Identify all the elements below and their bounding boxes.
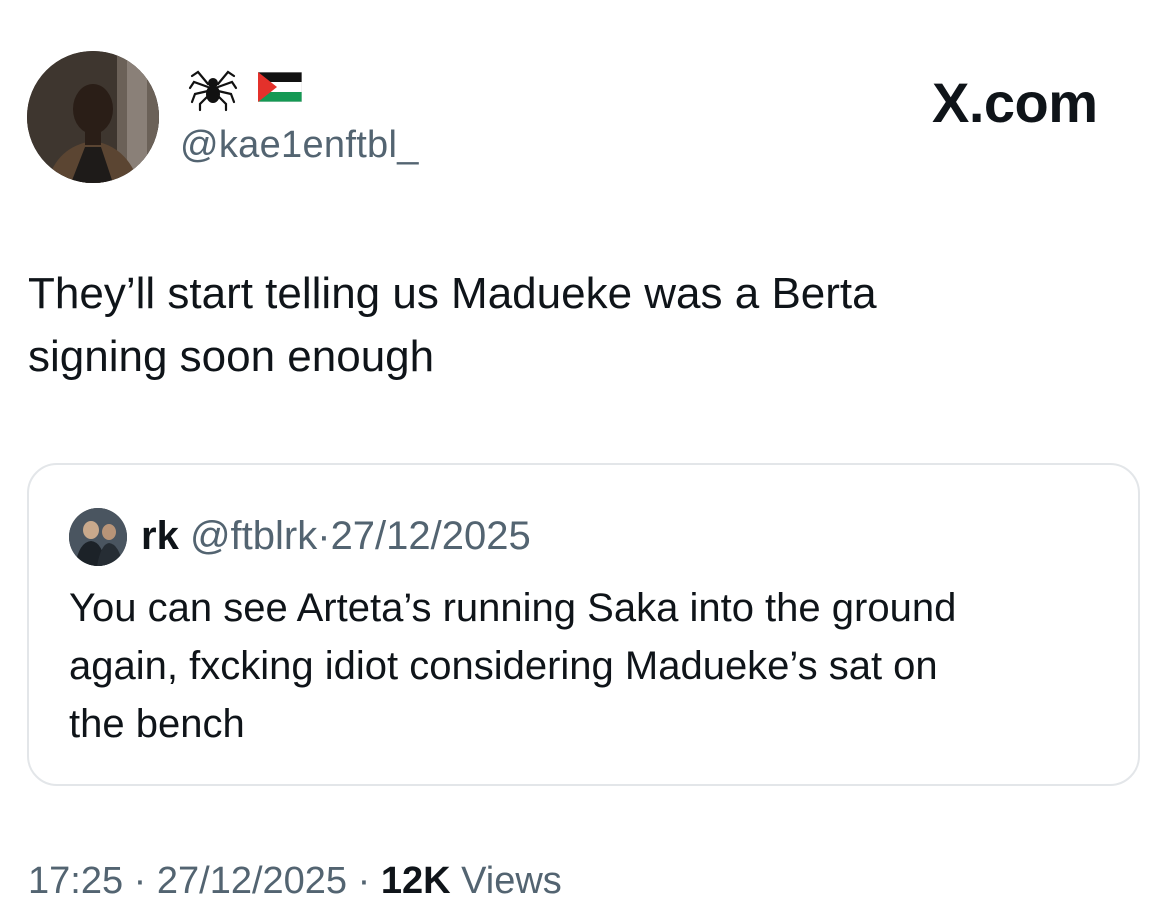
- xcom-watermark: X.com: [932, 70, 1098, 135]
- tweet-text-line: signing soon enough: [28, 332, 435, 381]
- quoted-avatar-photo: [69, 508, 127, 566]
- tweet-text-line: They’ll start telling us Madueke was a B…: [28, 269, 877, 318]
- palestine-flag-icon: [258, 72, 302, 102]
- avatar-photo: [27, 51, 159, 183]
- watermark-text: X.com: [932, 71, 1098, 134]
- display-name: [188, 62, 302, 112]
- quoted-header: rk @ftblrk·27/12/2025: [141, 511, 531, 561]
- quoted-text-line: again, fxcking idiot considering Madueke…: [69, 644, 938, 688]
- quoted-author-handle[interactable]: @ftblrk: [190, 514, 317, 558]
- quoted-text-line: You can see Arteta’s running Saka into t…: [69, 586, 957, 630]
- quoted-text-line: the bench: [69, 702, 245, 746]
- footer-separator: ·: [357, 860, 371, 902]
- quoted-author-name[interactable]: rk: [141, 514, 179, 558]
- tweet-date[interactable]: 27/12/2025: [157, 860, 347, 902]
- views-count[interactable]: 12K: [381, 860, 451, 902]
- footer-separator: ·: [133, 860, 147, 902]
- tweet-time[interactable]: 17:25: [28, 860, 123, 902]
- quoted-tweet[interactable]: rk @ftblrk·27/12/2025 You can see Arteta…: [27, 463, 1140, 786]
- author-handle[interactable]: @kae1enftbl_: [180, 124, 419, 167]
- tweet-metadata: 17:25 · 27/12/2025 · 12K Views: [28, 860, 562, 903]
- spider-icon: [188, 70, 238, 112]
- quoted-author-avatar[interactable]: [69, 508, 127, 566]
- quoted-date[interactable]: 27/12/2025: [331, 514, 531, 558]
- author-avatar[interactable]: [27, 51, 159, 183]
- views-label: Views: [461, 860, 562, 902]
- quoted-tweet-text: You can see Arteta’s running Saka into t…: [69, 579, 1109, 753]
- quoted-separator: ·: [317, 514, 331, 558]
- tweet-text: They’ll start telling us Madueke was a B…: [28, 262, 1128, 388]
